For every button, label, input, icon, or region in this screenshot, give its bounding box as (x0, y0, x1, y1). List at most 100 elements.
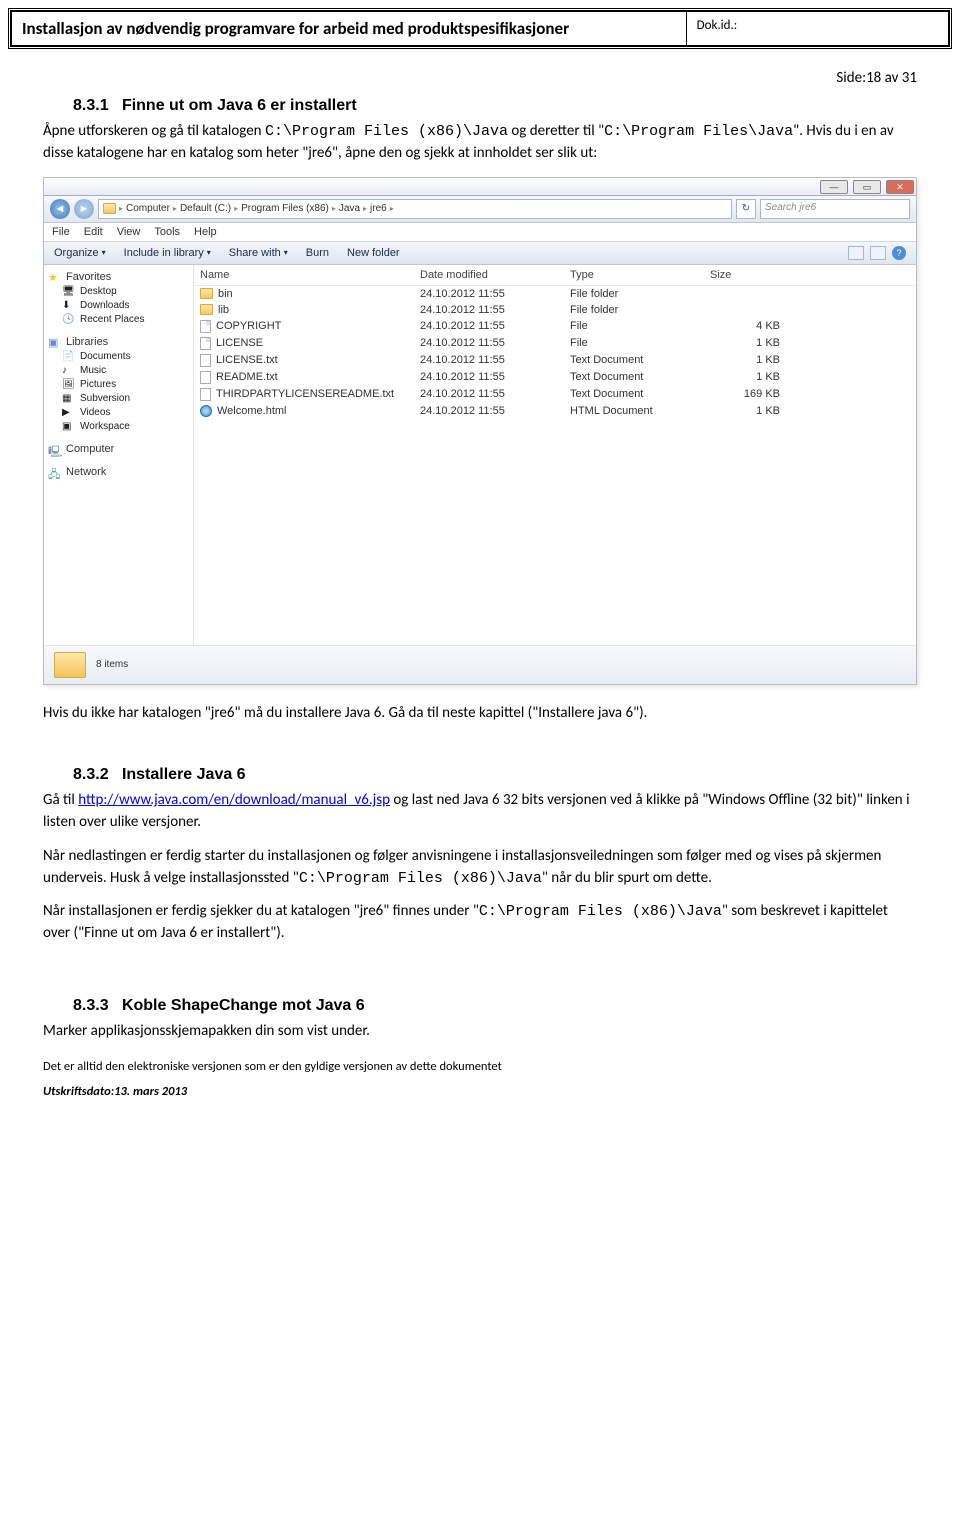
file-size: 1 KB (710, 354, 810, 366)
item-count: 8 items (96, 659, 128, 670)
file-date: 24.10.2012 11:55 (420, 304, 570, 316)
page-number: Side:18 av 31 (43, 69, 917, 87)
column-headers[interactable]: Name Date modified Type Size (194, 265, 916, 286)
file-row[interactable]: LICENSE24.10.2012 11:55File1 KB (194, 335, 916, 352)
breadcrumb[interactable]: ▸ Computer▸ Default (C:)▸ Program Files … (98, 199, 732, 219)
file-date: 24.10.2012 11:55 (420, 388, 570, 400)
sidebar-item-desktop[interactable]: 🖥Desktop (62, 286, 189, 298)
txt-icon (200, 388, 211, 401)
code-path: C:\Program Files (x86)\Java (479, 903, 722, 920)
file-size: 1 KB (710, 405, 810, 417)
music-icon: ♪ (62, 365, 76, 377)
file-name: THIRDPARTYLICENSEREADME.txt (216, 388, 394, 400)
organize-button[interactable]: Organize (54, 247, 106, 259)
folder-icon (200, 304, 213, 315)
sidebar-item-subversion[interactable]: ▦Subversion (62, 393, 189, 405)
crumb[interactable]: Default (C:) (180, 203, 231, 214)
sidebar-item-downloads[interactable]: ⬇Downloads (62, 300, 189, 312)
back-button[interactable]: ◄ (50, 199, 70, 219)
crumb[interactable]: jre6 (370, 203, 387, 214)
file-row[interactable]: Welcome.html24.10.2012 11:55HTML Documen… (194, 403, 916, 419)
file-row[interactable]: LICENSE.txt24.10.2012 11:55Text Document… (194, 352, 916, 369)
file-list: Name Date modified Type Size bin24.10.20… (194, 265, 916, 645)
sidebar-item-documents[interactable]: 📄Documents (62, 351, 189, 363)
folder-icon (54, 652, 86, 678)
include-library-button[interactable]: Include in library (124, 247, 211, 259)
sidebar-item-recent[interactable]: 🕓Recent Places (62, 314, 189, 326)
doc-id-label: Dok.id.: (686, 12, 948, 46)
search-input[interactable]: Search jre6 (760, 199, 910, 219)
crumb[interactable]: Computer (126, 203, 170, 214)
refresh-button[interactable]: ↻ (736, 199, 756, 219)
file-row[interactable]: bin24.10.2012 11:55File folder (194, 286, 916, 302)
sidebar-item-pictures[interactable]: 🖼Pictures (62, 379, 189, 391)
forward-button[interactable]: ► (74, 199, 94, 219)
code-path: C:\Program Files\Java (604, 123, 793, 140)
crumb[interactable]: Java (339, 203, 360, 214)
heading-8-3-2: 8.3.2 Installere Java 6 (73, 766, 917, 784)
network-group[interactable]: 🖧Network (48, 466, 189, 478)
file-row[interactable]: THIRDPARTYLICENSEREADME.txt 24.10.2012 11… (194, 386, 916, 403)
folder-icon (103, 203, 116, 214)
libraries-group[interactable]: ▣Libraries (48, 336, 189, 348)
sidebar-item-videos[interactable]: ▶Videos (62, 407, 189, 419)
favorites-group[interactable]: ★Favorites (48, 271, 189, 283)
file-size: 1 KB (710, 337, 810, 349)
file-row[interactable]: COPYRIGHT24.10.2012 11:55File4 KB (194, 318, 916, 335)
videos-icon: ▶ (62, 407, 76, 419)
file-date: 24.10.2012 11:55 (420, 337, 570, 349)
heading-text: Installere Java 6 (122, 766, 246, 783)
heading-num: 8.3.2 (73, 766, 109, 783)
subversion-icon: ▦ (62, 393, 76, 405)
col-type[interactable]: Type (570, 269, 710, 281)
share-with-button[interactable]: Share with (229, 247, 288, 259)
menu-help[interactable]: Help (194, 226, 217, 238)
preview-pane-button[interactable] (870, 246, 886, 260)
menu-file[interactable]: File (52, 226, 70, 238)
col-date[interactable]: Date modified (420, 269, 570, 281)
maximize-button[interactable]: ▭ (853, 180, 881, 194)
desktop-icon: 🖥 (62, 286, 76, 298)
explorer-screenshot: — ▭ ✕ ◄ ► ▸ Computer▸ Default (C:)▸ Prog… (43, 177, 917, 685)
file-type: HTML Document (570, 405, 710, 417)
sidebar-item-workspace[interactable]: ▣Workspace (62, 421, 189, 433)
menu-view[interactable]: View (117, 226, 141, 238)
burn-button[interactable]: Burn (306, 247, 329, 259)
col-size[interactable]: Size (710, 269, 810, 281)
file-name: COPYRIGHT (216, 320, 281, 332)
file-type: File folder (570, 288, 710, 300)
file-name: bin (218, 288, 233, 300)
crumb[interactable]: Program Files (x86) (241, 203, 329, 214)
documents-icon: 📄 (62, 351, 76, 363)
nav-pane: ★Favorites 🖥Desktop ⬇Downloads 🕓Recent P… (44, 265, 194, 645)
sidebar-item-music[interactable]: ♪Music (62, 365, 189, 377)
menu-edit[interactable]: Edit (84, 226, 103, 238)
libraries-icon: ▣ (48, 336, 62, 348)
file-name: README.txt (216, 371, 278, 383)
status-bar: 8 items (44, 645, 916, 684)
pictures-icon: 🖼 (62, 379, 76, 391)
col-name[interactable]: Name (200, 269, 420, 281)
folder-icon (200, 288, 213, 299)
window-titlebar: — ▭ ✕ (44, 178, 916, 196)
menu-bar: File Edit View Tools Help (44, 223, 916, 242)
close-button[interactable]: ✕ (886, 180, 914, 194)
file-type: Text Document (570, 388, 710, 400)
file-row[interactable]: lib24.10.2012 11:55File folder (194, 302, 916, 318)
new-folder-button[interactable]: New folder (347, 247, 400, 259)
file-icon (200, 320, 211, 333)
download-link[interactable]: http://www.java.com/en/download/manual_v… (78, 791, 390, 809)
file-row[interactable]: README.txt24.10.2012 11:55Text Document1… (194, 369, 916, 386)
txt-icon (200, 371, 211, 384)
view-mode-button[interactable] (848, 246, 864, 260)
footer-date: Utskriftsdato:13. mars 2013 (43, 1084, 917, 1099)
minimize-button[interactable]: — (820, 180, 848, 194)
help-icon[interactable]: ? (892, 246, 906, 260)
menu-tools[interactable]: Tools (154, 226, 180, 238)
computer-group[interactable]: 🖳Computer (48, 443, 189, 455)
toolbar: Organize Include in library Share with B… (44, 242, 916, 265)
heading-8-3-1: 8.3.1 Finne ut om Java 6 er installert (73, 97, 917, 115)
file-date: 24.10.2012 11:55 (420, 320, 570, 332)
heading-8-3-3: 8.3.3 Koble ShapeChange mot Java 6 (73, 997, 917, 1015)
heading-text: Koble ShapeChange mot Java 6 (122, 997, 365, 1014)
